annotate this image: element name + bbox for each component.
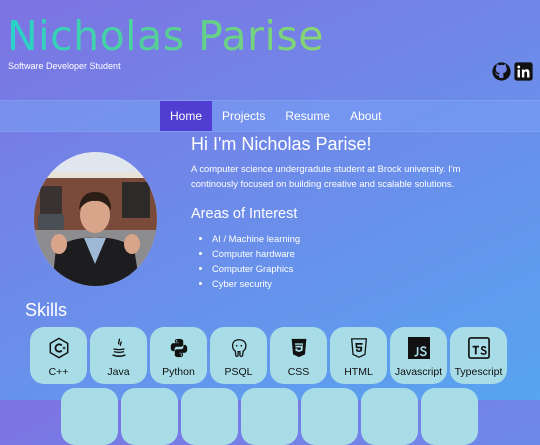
skill-card-css[interactable]: CSS [270, 327, 327, 384]
cpp-icon [48, 337, 70, 359]
skill-label: Javascript [394, 366, 443, 378]
skill-label: C++ [48, 366, 69, 378]
postgresql-icon [228, 337, 250, 359]
site-title: Nicholas Parise [7, 12, 324, 60]
skills-grid: C++ Java Python PSQL CSS HTML Javascript… [30, 327, 507, 384]
nav-resume[interactable]: Resume [275, 101, 340, 131]
skill-card[interactable] [121, 388, 178, 445]
skill-label: Typescript [454, 366, 503, 378]
skill-card-html[interactable]: HTML [330, 327, 387, 384]
skills-grid-row-2 [61, 388, 478, 445]
skills-heading: Skills [25, 300, 68, 320]
profile-photo [34, 152, 157, 286]
javascript-icon [407, 337, 430, 359]
skill-label: HTML [344, 366, 373, 378]
site-header: Nicholas Parise Software Developer Stude… [0, 0, 540, 100]
nav-projects[interactable]: Projects [212, 101, 275, 131]
skill-card-java[interactable]: Java [90, 327, 147, 384]
skill-card-psql[interactable]: PSQL [210, 327, 267, 384]
intro-text: A computer science undergradute student … [191, 163, 461, 189]
java-icon [108, 337, 130, 359]
skill-card-javascript[interactable]: Javascript [390, 327, 447, 384]
skill-card[interactable] [301, 388, 358, 445]
html5-icon [348, 337, 370, 359]
skill-card[interactable] [421, 388, 478, 445]
skill-label: PSQL [224, 366, 253, 378]
skill-label: Java [107, 366, 130, 378]
skill-card[interactable] [241, 388, 298, 445]
skill-label: CSS [287, 366, 310, 378]
skill-card[interactable] [361, 388, 418, 445]
skill-card-cpp[interactable]: C++ [30, 327, 87, 384]
skill-card[interactable] [181, 388, 238, 445]
typescript-icon [467, 337, 490, 359]
main-navbar: Home Projects Resume About [0, 100, 540, 132]
list-item: Computer hardware [212, 246, 491, 261]
intro-heading: Hi I'm Nicholas Parise! [191, 134, 372, 154]
linkedin-icon[interactable] [514, 62, 533, 81]
skill-label: Python [162, 366, 195, 378]
skill-card[interactable] [61, 388, 118, 445]
python-icon [168, 337, 190, 359]
social-links [492, 62, 533, 81]
list-item: Computer Graphics [212, 261, 491, 276]
github-icon[interactable] [492, 62, 511, 81]
skill-card-python[interactable]: Python [150, 327, 207, 384]
site-subtitle: Software Developer Student [8, 61, 121, 71]
nav-home[interactable]: Home [160, 101, 213, 131]
interests-list: AI / Machine learning Computer hardware … [191, 231, 491, 291]
nav-about[interactable]: About [340, 101, 391, 131]
skill-card-typescript[interactable]: Typescript [450, 327, 507, 384]
css3-icon [288, 337, 310, 359]
interests-heading: Areas of Interest [191, 206, 298, 222]
intro-section: Hi I'm Nicholas Parise! A computer scien… [191, 133, 491, 291]
list-item: Cyber security [212, 276, 491, 291]
list-item: AI / Machine learning [212, 231, 491, 246]
